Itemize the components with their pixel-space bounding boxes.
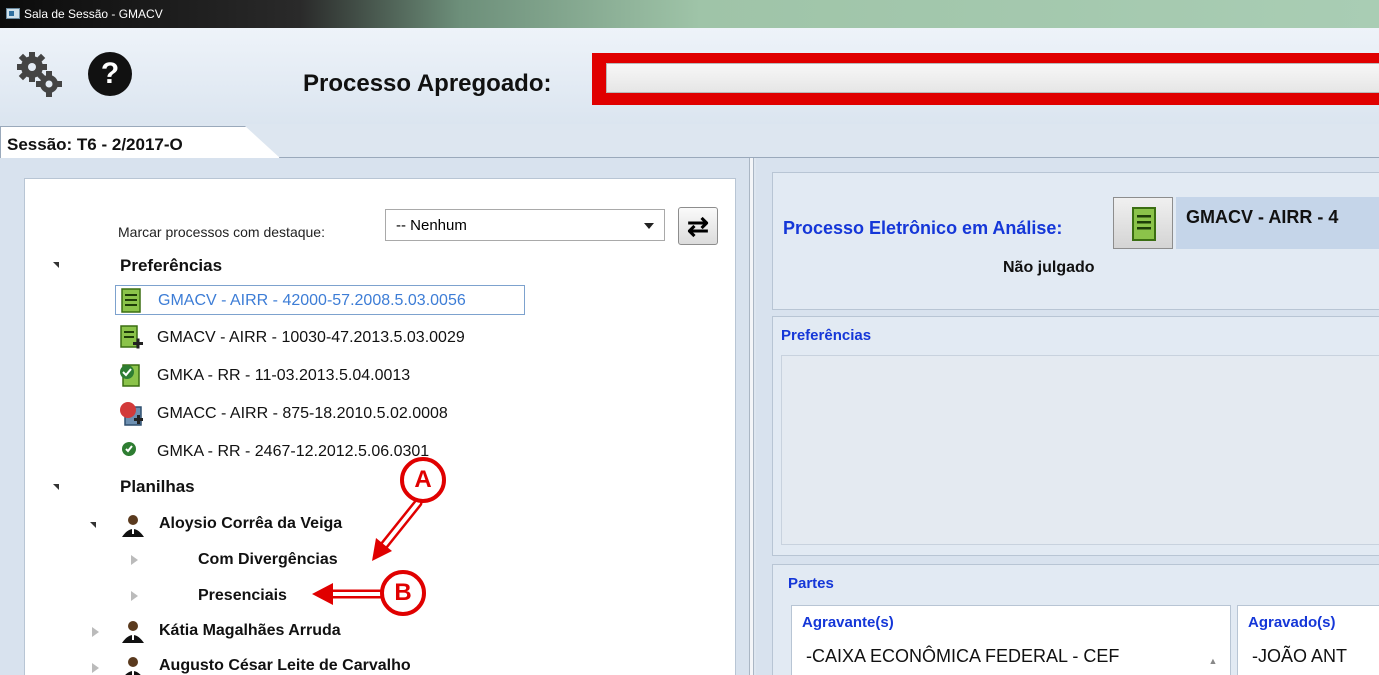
- panel-splitter[interactable]: [749, 158, 754, 675]
- agravado-header: Agravado(s): [1248, 614, 1336, 631]
- help-icon[interactable]: ?: [88, 52, 132, 96]
- tree-minister-item[interactable]: Aloysio Corrêa da Veiga: [159, 515, 342, 533]
- analise-value: GMACV - AIRR - 4: [1186, 207, 1339, 227]
- document-icon: [121, 288, 141, 313]
- person-icon: [125, 657, 141, 675]
- highlight-dropdown[interactable]: -- Nenhum: [385, 209, 665, 241]
- annotation-callout-a: A: [400, 457, 446, 503]
- status-text: Não julgado: [1003, 259, 1095, 276]
- process-label: GMACV - AIRR - 42000-57.2008.5.03.0056: [158, 292, 466, 309]
- preferencias-expander-icon[interactable]: [53, 262, 59, 268]
- annotation-callout-b: B: [380, 570, 426, 616]
- tree-minister-item[interactable]: Kátia Magalhães Arruda: [159, 622, 341, 640]
- tree-process-item[interactable]: GMACV - AIRR - 10030-47.2013.5.03.0029: [115, 323, 525, 353]
- toolbar: ? Processo Apregoado:: [0, 28, 1379, 124]
- gear-icon: [17, 52, 62, 97]
- document-alert-icon: [120, 402, 143, 426]
- process-label: GMKA - RR - 11-03.2013.5.04.0013: [157, 367, 411, 384]
- person-icon: [122, 515, 144, 537]
- process-label: GMKA - RR - 2467-12.2012.5.06.0301: [157, 443, 430, 460]
- status-check-icon: [122, 442, 136, 456]
- highlight-label: Marcar processos com destaque:: [118, 224, 325, 240]
- tree-minister-item[interactable]: Augusto César Leite de Carvalho: [159, 657, 411, 675]
- document-icon: [1132, 207, 1156, 241]
- tree-group-planilhas[interactable]: Planilhas: [120, 477, 195, 497]
- tree-subitem-presenciais[interactable]: Presenciais: [198, 587, 287, 605]
- minister-expander-icon[interactable]: [90, 522, 96, 528]
- process-tree-container: Marcar processos com destaque: -- Nenhum…: [24, 178, 736, 675]
- app-icon: [6, 8, 20, 19]
- apregoado-label: Processo Apregoado:: [303, 70, 552, 97]
- agravante-header: Agravante(s): [802, 614, 894, 631]
- window-title: Sala de Sessão - GMACV: [24, 7, 163, 21]
- chevron-right-icon[interactable]: [131, 555, 138, 565]
- analysis-panel: Processo Eletrônico em Análise: GMACV - …: [756, 158, 1379, 675]
- settings-gear-icon[interactable]: [14, 50, 64, 98]
- open-document-button[interactable]: [1113, 197, 1173, 249]
- chevron-down-icon: [644, 223, 654, 229]
- tab-session[interactable]: Sessão: T6 - 2/2017-O: [0, 126, 280, 158]
- refresh-icon: ⇄: [687, 211, 709, 241]
- tree-process-item[interactable]: GMKA - RR - 11-03.2013.5.04.0013: [115, 361, 525, 391]
- chevron-right-icon[interactable]: [92, 627, 99, 637]
- tab-session-label: Sessão: T6 - 2/2017-O: [7, 135, 183, 154]
- tree-subitem-divergencias[interactable]: Com Divergências: [198, 551, 338, 569]
- chevron-right-icon[interactable]: [92, 663, 99, 673]
- tree-group-preferencias[interactable]: Preferências: [120, 256, 222, 276]
- document-check-icon: [120, 364, 140, 387]
- preferencias-section: Preferências: [772, 316, 1379, 556]
- planilhas-expander-icon[interactable]: [53, 484, 59, 490]
- analise-box: Processo Eletrônico em Análise: GMACV - …: [772, 172, 1379, 310]
- tree-process-item[interactable]: GMACV - AIRR - 42000-57.2008.5.03.0056: [115, 285, 525, 315]
- session-tabstrip: Sessão: T6 - 2/2017-O: [0, 124, 1379, 158]
- partes-section: Partes Agravante(s) -CAIXA ECONÔMICA FED…: [772, 564, 1379, 675]
- highlight-dropdown-value: -- Nenhum: [396, 217, 467, 234]
- agravante-column: Agravante(s) -CAIXA ECONÔMICA FEDERAL - …: [791, 605, 1231, 675]
- tree-process-item[interactable]: GMACC - AIRR - 875-18.2010.5.02.0008: [115, 399, 525, 429]
- partes-header: Partes: [788, 575, 834, 592]
- agravado-value: -JOÃO ANT: [1252, 646, 1348, 666]
- agravado-column: Agravado(s) -JOÃO ANT: [1237, 605, 1379, 675]
- preferencias-body: [781, 355, 1379, 545]
- preferencias-header: Preferências: [781, 327, 872, 344]
- apregoado-highlight-frame: [592, 53, 1379, 105]
- chevron-right-icon[interactable]: [131, 591, 138, 601]
- process-label: GMACV - AIRR - 10030-47.2013.5.03.0029: [157, 329, 465, 346]
- agravante-value: -CAIXA ECONÔMICA FEDERAL - CEF: [806, 646, 1120, 666]
- document-add-icon: [120, 325, 143, 349]
- tree-process-item[interactable]: GMKA - RR - 2467-12.2012.5.06.0301: [115, 437, 525, 467]
- analise-value-box: GMACV - AIRR - 4: [1176, 197, 1379, 249]
- scroll-up-icon[interactable]: ▲: [1204, 646, 1222, 675]
- person-icon: [122, 621, 144, 643]
- analise-label: Processo Eletrônico em Análise:: [783, 218, 1063, 238]
- process-label: GMACC - AIRR - 875-18.2010.5.02.0008: [157, 405, 448, 422]
- apregoado-field[interactable]: [606, 63, 1379, 93]
- process-tree-panel: Marcar processos com destaque: -- Nenhum…: [0, 158, 752, 675]
- refresh-button[interactable]: ⇄: [678, 207, 718, 245]
- title-bar: Sala de Sessão - GMACV: [0, 0, 1379, 28]
